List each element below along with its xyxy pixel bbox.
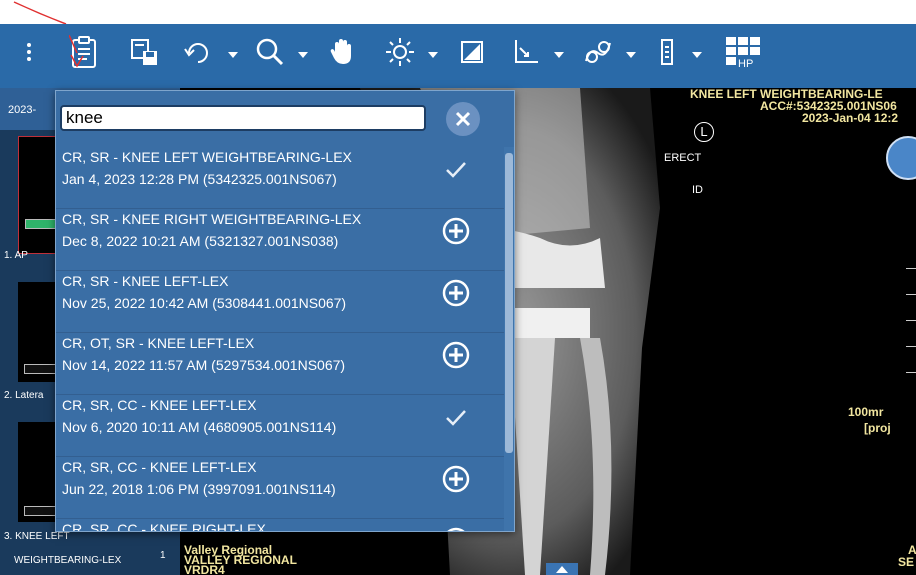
study-result-row[interactable]: CR, SR - KNEE RIGHT WEIGHTBEARING-LEX Dec… [56, 209, 504, 271]
thumbnail-2-label: 2. Latera [4, 390, 44, 401]
strip-date-label: 2023- [8, 104, 37, 116]
measure-icon[interactable] [506, 32, 546, 72]
annotate-icon[interactable] [578, 32, 618, 72]
study-search-dropdown: CR, SR - KNEE LEFT WEIGHTBEARING-LEX Jan … [55, 90, 515, 532]
study-result-detail: Jun 22, 2018 1:06 PM (3997091.001NS114) [62, 481, 336, 497]
study-result-title: CR, SR - KNEE LEFT-LEX [62, 273, 229, 289]
study-result-title: CR, SR, CC - KNEE LEFT-LEX [62, 459, 257, 475]
add-circle-icon[interactable] [442, 279, 470, 307]
study-search-input[interactable] [60, 105, 426, 131]
rotate-icon[interactable] [178, 32, 218, 72]
hanging-protocol-icon[interactable]: HP [722, 32, 766, 72]
add-circle-icon[interactable] [442, 217, 470, 245]
add-circle-icon[interactable] [442, 527, 470, 531]
thumbnail-3-label: 3. KNEE LEFT [4, 531, 70, 542]
layout-dropdown-caret[interactable] [692, 52, 702, 58]
side-marker-l: L [694, 122, 714, 142]
strip-footer-label: WEIGHTBEARING-LEX [14, 555, 122, 566]
study-result-row[interactable]: CR, SR, CC - KNEE RIGHT-LEX [56, 519, 504, 532]
study-result-row[interactable]: CR, SR, CC - KNEE LEFT-LEX Jun 22, 2018 1… [56, 457, 504, 519]
chevron-up-icon [556, 566, 568, 573]
study-date-overlay: 2023-Jan-04 12:2 [802, 111, 899, 125]
study-result-title: CR, SR, CC - KNEE LEFT-LEX [62, 397, 257, 413]
toolbar: HP [0, 24, 916, 88]
scroll-up-button[interactable] [546, 563, 578, 575]
checkmark-icon[interactable] [442, 403, 470, 431]
checkmark-icon[interactable] [442, 155, 470, 183]
footer-right-overlay-2: SE [898, 555, 915, 569]
study-result-detail: Nov 25, 2022 10:42 AM (5308441.001NS067) [62, 295, 347, 311]
layout-icon[interactable] [652, 32, 682, 72]
clipboard-icon[interactable] [64, 32, 104, 72]
brightness-dropdown-caret[interactable] [428, 52, 438, 58]
study-result-row[interactable]: CR, SR, CC - KNEE LEFT-LEX Nov 6, 2020 10… [56, 395, 504, 457]
add-circle-icon[interactable] [442, 465, 470, 493]
add-circle-icon[interactable] [442, 341, 470, 369]
zoom-dropdown-caret[interactable] [298, 52, 308, 58]
save-series-icon[interactable] [124, 32, 164, 72]
study-result-detail: Nov 6, 2020 10:11 AM (4680905.001NS114) [62, 419, 337, 435]
study-result-title: CR, OT, SR - KNEE LEFT-LEX [62, 335, 255, 351]
study-result-title: CR, SR - KNEE LEFT WEIGHTBEARING-LEX [62, 149, 352, 165]
position-id-label: ID [692, 184, 703, 196]
zoom-icon[interactable] [250, 32, 290, 72]
ruler-ticks [902, 268, 916, 378]
hp-label: HP [738, 58, 753, 69]
study-result-detail: Dec 8, 2022 10:21 AM (5321327.001NS038) [62, 233, 339, 249]
study-result-row[interactable]: CR, SR - KNEE LEFT WEIGHTBEARING-LEX Jan … [56, 147, 504, 209]
results-scroll-thumb[interactable] [505, 153, 513, 453]
strip-footer-count: 1 [160, 550, 166, 561]
annotate-dropdown-caret[interactable] [626, 52, 636, 58]
study-result-title: CR, SR - KNEE RIGHT WEIGHTBEARING-LEX [62, 211, 362, 227]
brightness-icon[interactable] [380, 32, 420, 72]
clear-search-button[interactable] [446, 102, 480, 136]
thumbnail-1-label: 1. AP [4, 250, 28, 261]
results-scrollbar[interactable] [504, 147, 514, 531]
rotate-dropdown-caret[interactable] [228, 52, 238, 58]
study-result-row[interactable]: CR, SR - KNEE LEFT-LEX Nov 25, 2022 10:42… [56, 271, 504, 333]
station-overlay: VRDR4 [184, 563, 225, 575]
measure-dropdown-caret[interactable] [554, 52, 564, 58]
close-icon [455, 111, 471, 127]
projection-overlay: [proj [864, 421, 891, 435]
invert-icon[interactable] [452, 32, 492, 72]
study-result-detail: Jan 4, 2023 12:28 PM (5342325.001NS067) [62, 171, 337, 187]
more-vert-icon[interactable] [22, 32, 36, 72]
red-arrow-annotation [13, 1, 67, 24]
study-result-title: CR, SR, CC - KNEE RIGHT-LEX [62, 521, 266, 532]
pan-hand-icon[interactable] [322, 32, 362, 72]
annotation-area [0, 0, 916, 24]
study-result-row[interactable]: CR, OT, SR - KNEE LEFT-LEX Nov 14, 2022 1… [56, 333, 504, 395]
scale-overlay: 100mr [848, 405, 884, 419]
study-result-detail: Nov 14, 2022 11:57 AM (5297534.001NS067) [62, 357, 346, 373]
position-erect-label: ERECT [664, 152, 702, 164]
